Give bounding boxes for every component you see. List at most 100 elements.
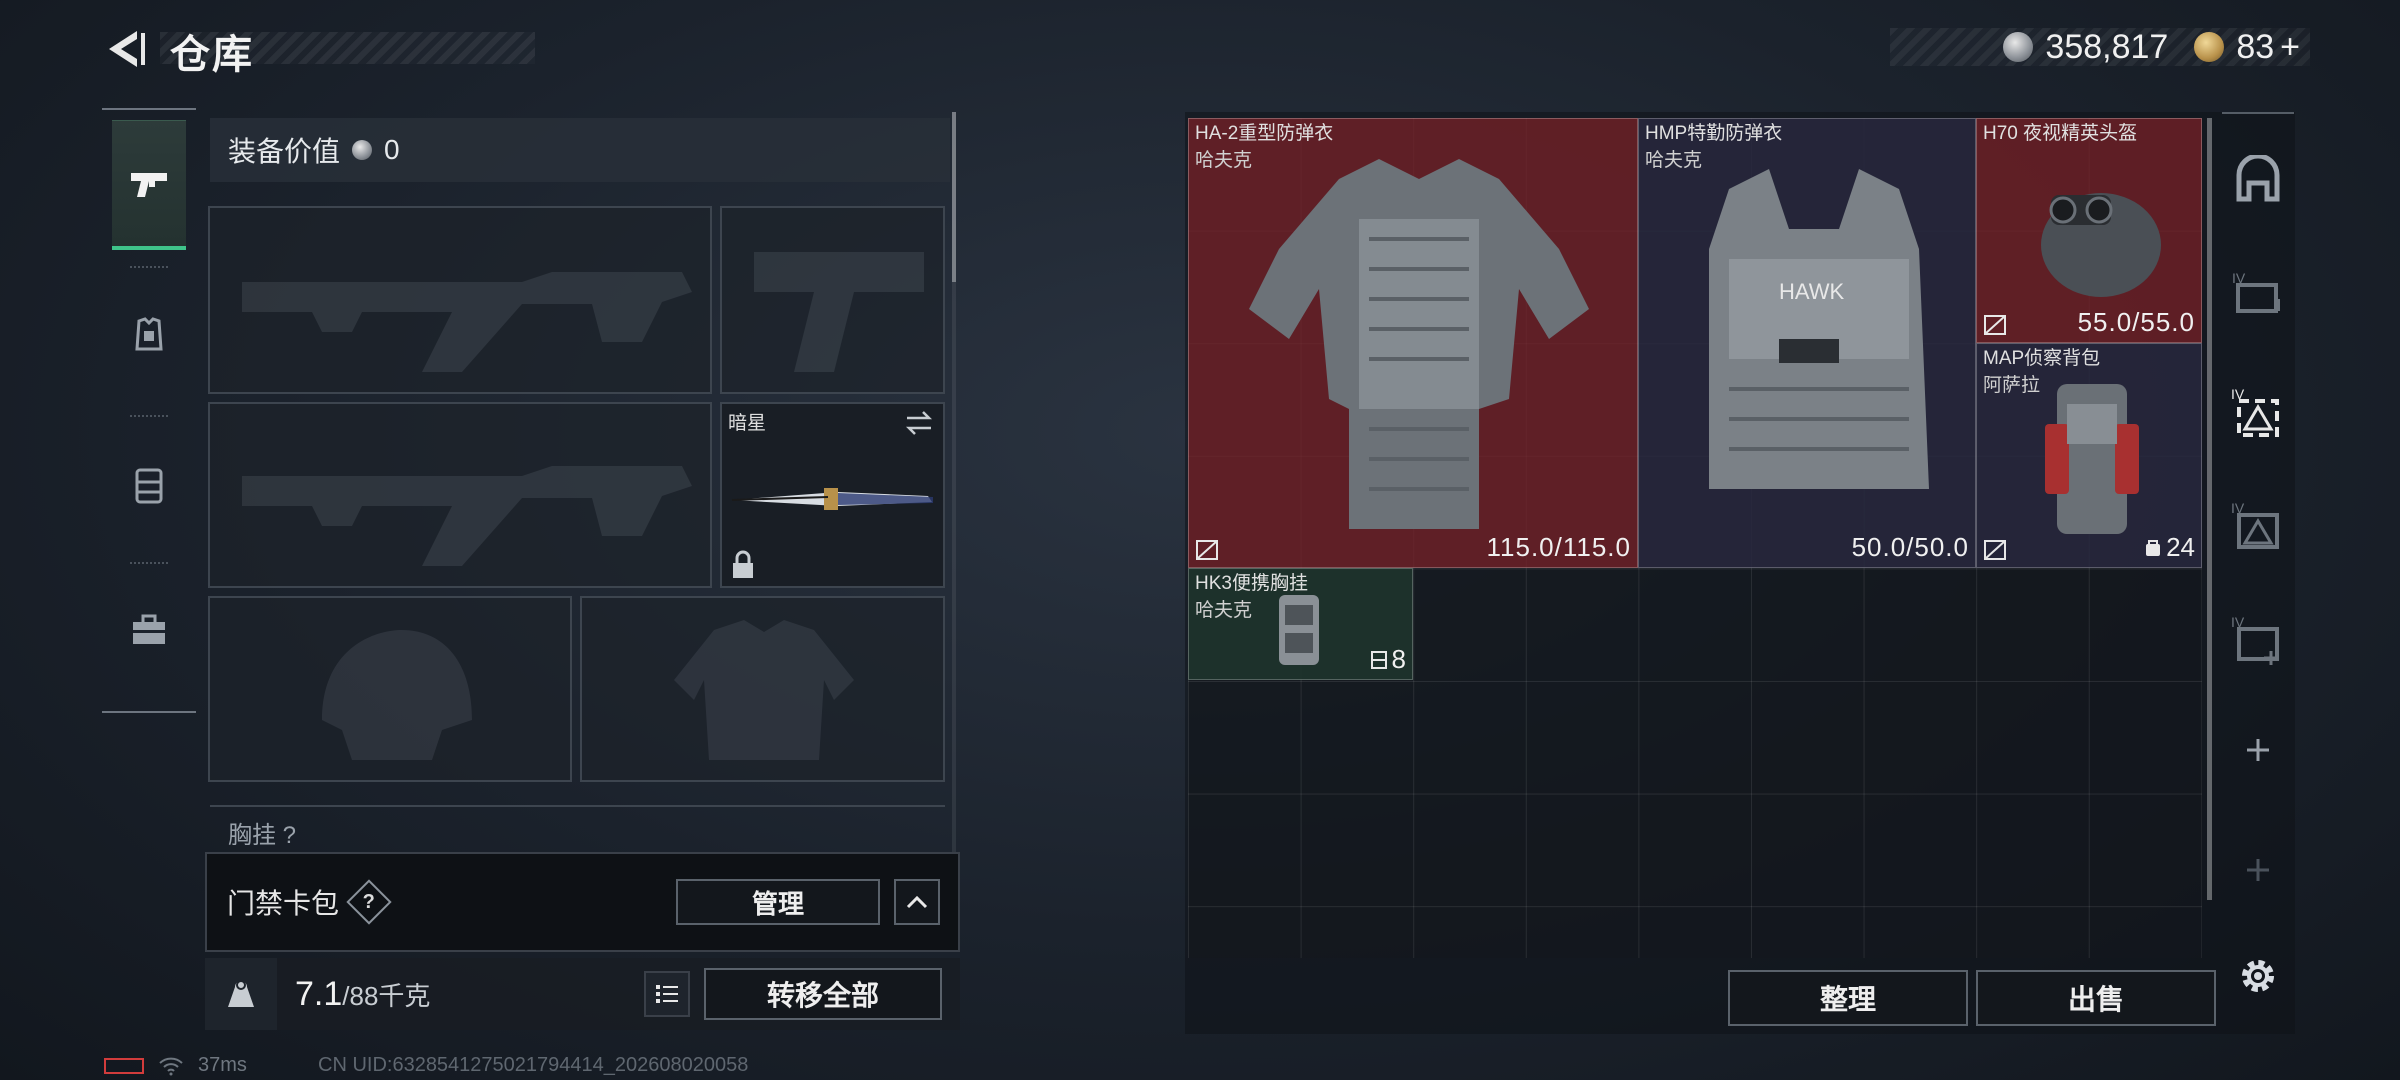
primary-weapon-slot[interactable]	[208, 206, 712, 394]
silver-currency-value: 358,817	[2045, 27, 2169, 66]
add-storage-tab-button-disabled[interactable]	[2222, 830, 2294, 910]
sell-button[interactable]: 出售	[1976, 970, 2216, 1026]
body-armor-slot[interactable]	[580, 596, 945, 782]
chevron-up-icon	[906, 895, 928, 909]
storage-tab-4[interactable]: IV	[2222, 486, 2294, 566]
manage-button[interactable]: 管理	[676, 879, 880, 925]
uid-text: CN UID:6328541275021794414_202608020058	[318, 1054, 749, 1076]
help-icon[interactable]: ?	[346, 879, 392, 925]
expand-button[interactable]	[894, 879, 940, 925]
keycard-bar: 门禁卡包 ? 管理	[205, 852, 960, 952]
list-view-button[interactable]	[644, 971, 690, 1017]
not-insured-icon	[1196, 540, 1218, 560]
inventory-item-night-vision-helmet[interactable]: H70 夜视精英头盔 55.0/55.0	[1976, 118, 2202, 343]
storage-tab-2[interactable]: IV	[2222, 252, 2294, 332]
tab-supplies[interactable]	[112, 565, 186, 695]
item-capacity: 8	[1370, 644, 1406, 675]
inventory-item-special-armor[interactable]: HMP特勤防弹衣 哈夫克 HAWK 50.0/50.0	[1638, 118, 1976, 568]
item-durability: 50.0/50.0	[1851, 532, 1969, 562]
battery-icon	[104, 1057, 144, 1074]
backpack-image	[2045, 384, 2139, 534]
item-brand: 哈夫克	[1195, 600, 1253, 621]
item-durability: 115.0/115.0	[1486, 532, 1631, 562]
chest-rig-image	[1279, 595, 1319, 665]
item-name: HMP特勤防弹衣	[1645, 123, 1783, 144]
back-button[interactable]	[100, 24, 150, 74]
chest-rig-slot-label: 胸挂 ?	[210, 805, 945, 845]
storage-tab-3[interactable]: IV	[2222, 372, 2294, 452]
currency-bar: 358,817 83 +	[1890, 28, 2310, 66]
vest-icon	[135, 317, 163, 351]
storage-tab-column: IV IV IV IV	[2222, 112, 2294, 932]
rifle-silhouette-icon	[242, 272, 692, 372]
pistol-slot[interactable]	[720, 206, 945, 394]
triangle-storage-icon: IV	[2231, 500, 2279, 549]
page-title: 仓库	[170, 33, 254, 77]
inventory-item-heavy-armor[interactable]: HA-2重型防弹衣 哈夫克 115.0/115.0	[1188, 118, 1638, 568]
gear-icon	[2242, 960, 2274, 992]
toolbox-icon	[133, 614, 165, 644]
plus-icon	[2247, 739, 2269, 761]
inventory-item-chest-rig[interactable]: HK3便携胸挂 哈夫克 8	[1188, 568, 1413, 680]
sort-button[interactable]: 整理	[1728, 970, 1968, 1026]
add-storage-icon: IV	[2231, 614, 2279, 665]
pistol-silhouette-icon	[754, 252, 924, 372]
gun-icon	[131, 172, 167, 197]
melee-slot[interactable]: 暗星	[720, 402, 945, 588]
special-armor-image: HAWK	[1709, 169, 1929, 489]
item-brand: 阿萨拉	[1983, 375, 2041, 396]
helmet-silhouette-icon	[322, 630, 472, 760]
lock-icon	[733, 550, 753, 578]
knife-image	[731, 488, 933, 510]
equip-value-bar: 装备价值 0	[210, 118, 950, 182]
storage-tab-main[interactable]	[2222, 140, 2294, 220]
armor-storage-icon: IV	[2231, 386, 2279, 437]
gold-coin-icon	[2194, 32, 2225, 62]
helmet-slot[interactable]	[208, 596, 572, 782]
gold-currency-value: 83	[2236, 27, 2275, 66]
tab-backpack[interactable]	[112, 420, 186, 550]
inventory-item-recon-backpack[interactable]: MAP侦察背包 阿萨拉 24	[1976, 343, 2202, 568]
ping-value: 37ms	[198, 1054, 247, 1076]
warehouse-icon	[2236, 155, 2280, 202]
weight-icon	[205, 958, 277, 1030]
weight-bar: 7.1/88千克 转移全部	[205, 958, 960, 1030]
svg-text:HAWK: HAWK	[1779, 279, 1845, 304]
loadout-scrollbar-thumb[interactable]	[952, 112, 956, 282]
left-tab-column	[102, 108, 196, 713]
back-arrow-icon	[109, 31, 145, 67]
folder-icon: IV	[2232, 270, 2280, 313]
heavy-armor-image	[1249, 159, 1589, 529]
armor-silhouette-icon	[674, 620, 854, 760]
wifi-icon	[159, 1057, 183, 1075]
tab-weapons[interactable]	[112, 120, 186, 250]
not-insured-icon	[1984, 315, 2006, 335]
silver-coin-icon	[352, 140, 373, 160]
melee-name: 暗星	[728, 413, 767, 434]
helmet-image	[2041, 193, 2161, 297]
list-icon	[656, 985, 678, 1003]
tab-armor[interactable]	[112, 270, 186, 400]
item-name: H70 夜视精英头盔	[1983, 123, 2138, 144]
capacity-bag-icon	[2146, 539, 2161, 556]
equip-value: 0	[384, 134, 400, 165]
equip-value-label: 装备价值	[228, 136, 341, 167]
storage-tab-5[interactable]: IV	[2222, 600, 2294, 680]
transfer-all-button[interactable]: 转移全部	[704, 968, 942, 1020]
weight-value: 7.1/88千克	[295, 974, 431, 1013]
backpack-icon	[135, 468, 163, 504]
inventory-grid: HA-2重型防弹衣 哈夫克 115.0/115.0 HMP特勤防弹衣 哈夫克 H…	[1188, 118, 2202, 958]
swap-icon[interactable]	[903, 410, 935, 436]
item-capacity: 24	[2144, 532, 2195, 563]
rifle-silhouette-icon	[242, 466, 692, 566]
secondary-weapon-slot[interactable]	[208, 402, 712, 588]
not-insured-icon	[1984, 540, 2006, 560]
inventory-scrollbar[interactable]	[2207, 118, 2212, 900]
settings-button[interactable]	[2230, 948, 2286, 1004]
add-storage-tab-button[interactable]	[2222, 710, 2294, 790]
plus-icon	[2247, 859, 2269, 881]
capacity-rig-icon	[1370, 650, 1387, 669]
status-bar: 37ms	[104, 1054, 247, 1077]
add-currency-button[interactable]: +	[2280, 28, 2300, 67]
item-durability: 55.0/55.0	[2077, 307, 2195, 337]
